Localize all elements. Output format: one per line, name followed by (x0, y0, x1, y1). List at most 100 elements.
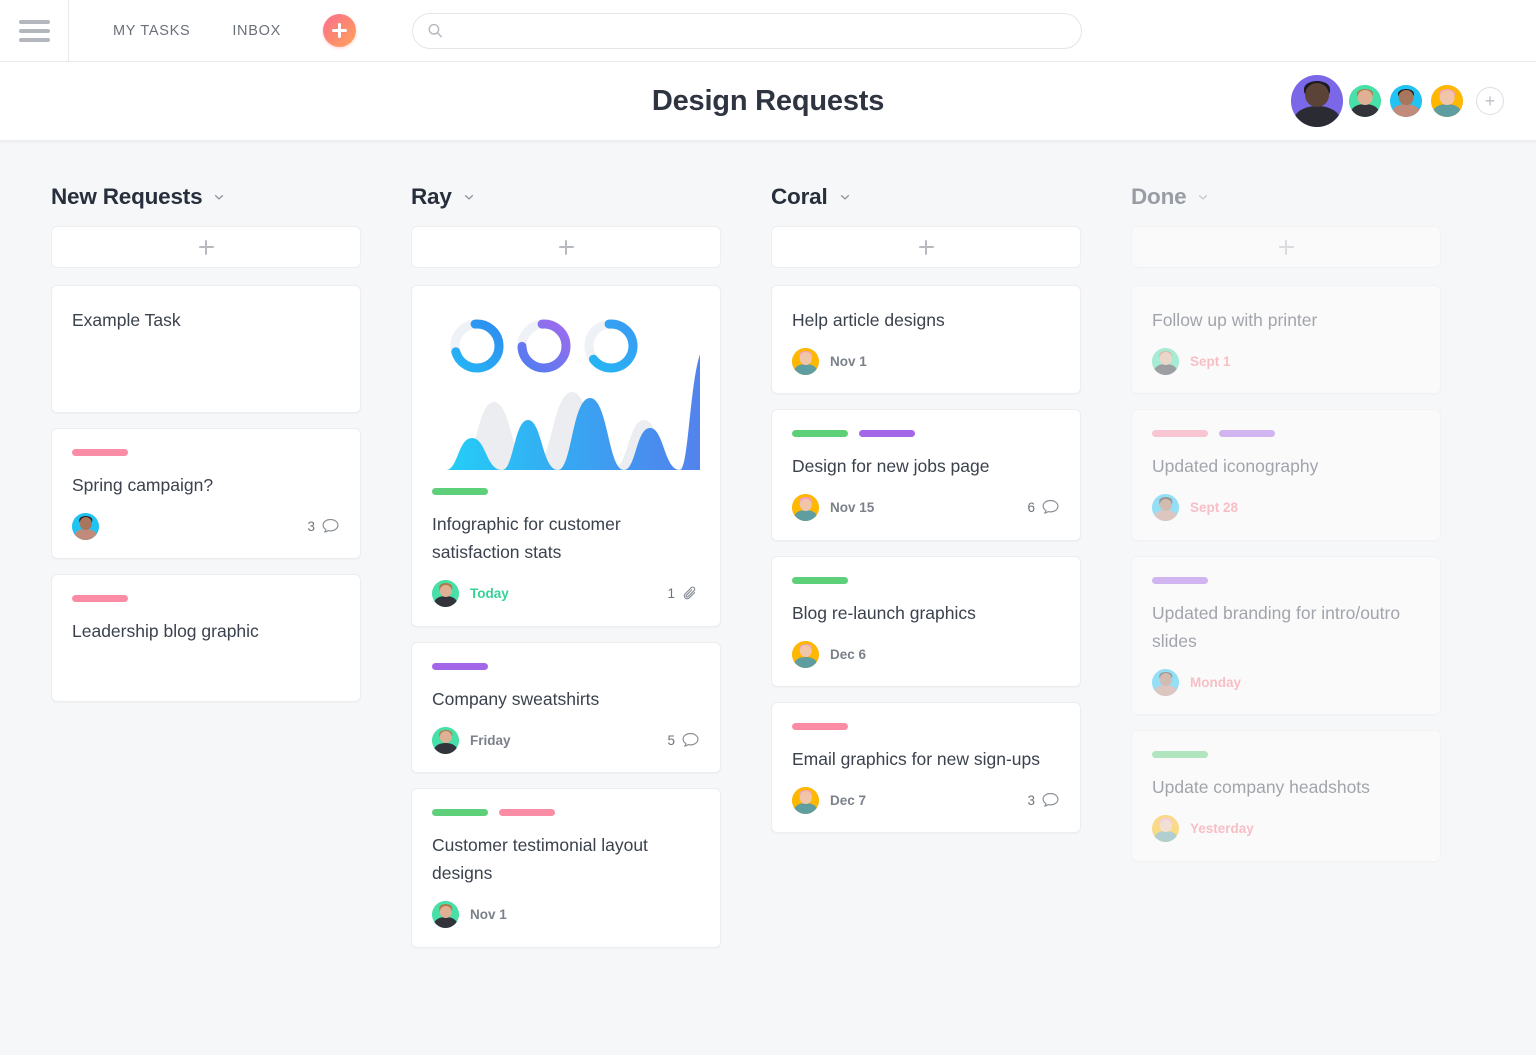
add-card-button[interactable] (771, 226, 1081, 268)
avatar-head (799, 352, 811, 364)
card-tag-list (792, 430, 1060, 437)
task-card[interactable]: Follow up with printerSept 1 (1131, 285, 1441, 394)
search-bar[interactable] (412, 13, 1082, 49)
task-card[interactable]: Help article designsNov 1 (771, 285, 1081, 394)
task-card[interactable]: Spring campaign?3 (51, 428, 361, 559)
avatar-face (432, 901, 459, 928)
add-member-button[interactable]: + (1476, 87, 1504, 115)
kanban-board: New RequestsExample TaskSpring campaign?… (0, 140, 1536, 1055)
card-tag[interactable] (72, 449, 128, 456)
card-tag[interactable] (432, 663, 488, 670)
task-card[interactable]: Example Task (51, 285, 361, 413)
nav-item-inbox[interactable]: INBOX (232, 23, 281, 39)
task-card[interactable]: Update company headshots Yesterday (1131, 730, 1441, 861)
card-attachment-count[interactable]: 1 (667, 584, 700, 603)
card-tag[interactable] (859, 430, 915, 437)
card-assignee-avatar[interactable] (792, 641, 819, 668)
hamburger-bar (19, 38, 50, 42)
card-due-date[interactable]: Dec 7 (830, 793, 866, 808)
card-tag[interactable] (1152, 577, 1208, 584)
avatar-shoulders (1433, 104, 1461, 117)
task-card[interactable]: Updated branding for intro/outro slidesM… (1131, 556, 1441, 716)
chevron-down-icon[interactable] (839, 191, 851, 203)
card-tag[interactable] (432, 809, 488, 816)
card-tag[interactable] (1219, 430, 1275, 437)
task-card[interactable]: Email graphics for new sign-upsDec 73 (771, 702, 1081, 833)
card-assignee-avatar[interactable] (432, 901, 459, 928)
card-title: Update company headshots (1152, 773, 1420, 801)
card-comment-count[interactable]: 3 (1027, 791, 1060, 810)
chevron-down-icon[interactable] (213, 191, 225, 203)
card-due-date[interactable]: Friday (470, 733, 511, 748)
card-comment-count[interactable]: 5 (667, 731, 700, 750)
avatar-head (799, 499, 811, 511)
card-title: Example Task (72, 306, 340, 334)
chevron-down-icon[interactable] (1197, 191, 1209, 203)
add-card-button[interactable] (51, 226, 361, 268)
card-assignee-avatar[interactable] (72, 513, 99, 540)
card-due-date[interactable]: Nov 15 (830, 500, 874, 515)
card-comment-count[interactable]: 6 (1027, 498, 1060, 517)
board-column-new-requests: New RequestsExample TaskSpring campaign?… (51, 184, 411, 1055)
card-tag[interactable] (432, 488, 488, 495)
task-card[interactable]: Leadership blog graphic (51, 574, 361, 702)
card-assignee-avatar[interactable] (432, 580, 459, 607)
avatar-face (1152, 494, 1179, 521)
card-meta: Sept 1 (1152, 347, 1420, 375)
card-tag[interactable] (1152, 430, 1208, 437)
member-avatar-list: + (1291, 75, 1504, 127)
task-card[interactable]: Company sweatshirtsFriday5 (411, 642, 721, 773)
search-input[interactable] (453, 23, 1067, 39)
card-tag[interactable] (1152, 751, 1208, 758)
card-due-date[interactable]: Nov 1 (470, 907, 507, 922)
card-tag[interactable] (499, 809, 555, 816)
avatar-shoulders (74, 529, 98, 540)
card-title: Updated iconography (1152, 452, 1420, 480)
card-assignee-avatar[interactable] (1152, 815, 1179, 842)
task-card[interactable]: Updated iconography Sept 28 (1131, 409, 1441, 540)
card-tag[interactable] (792, 577, 848, 584)
card-due-date[interactable]: Sept 28 (1190, 500, 1238, 515)
card-assignee-avatar[interactable] (1152, 669, 1179, 696)
card-due-date[interactable]: Today (470, 586, 509, 601)
avatar[interactable] (1390, 85, 1422, 117)
board-column-done: DoneFollow up with printerSept 1Updated … (1131, 184, 1491, 1055)
avatar-face (1152, 669, 1179, 696)
card-meta-left: Yesterday (1152, 815, 1254, 842)
nav-item-my-tasks[interactable]: MY TASKS (113, 23, 190, 39)
card-tag[interactable] (792, 430, 848, 437)
card-assignee-avatar[interactable] (792, 348, 819, 375)
card-due-date[interactable]: Sept 1 (1190, 354, 1231, 369)
card-due-date[interactable]: Yesterday (1190, 821, 1254, 836)
task-card[interactable]: Infographic for customer satisfaction st… (411, 285, 721, 627)
avatar-shoulders (434, 596, 458, 607)
avatar-shoulders (1351, 104, 1379, 117)
avatar-face (1431, 85, 1463, 117)
card-due-date[interactable]: Monday (1190, 675, 1241, 690)
task-card[interactable]: Blog re-launch graphicsDec 6 (771, 556, 1081, 687)
card-meta-left (72, 513, 99, 540)
card-assignee-avatar[interactable] (792, 787, 819, 814)
card-tag[interactable] (792, 723, 848, 730)
avatar[interactable] (1431, 85, 1463, 117)
card-assignee-avatar[interactable] (1152, 348, 1179, 375)
card-due-date[interactable]: Nov 1 (830, 354, 867, 369)
card-assignee-avatar[interactable] (792, 494, 819, 521)
card-comment-count[interactable]: 3 (307, 517, 340, 536)
card-assignee-avatar[interactable] (432, 727, 459, 754)
avatar[interactable] (1291, 75, 1343, 127)
add-card-button[interactable] (1131, 226, 1441, 268)
plus-icon (1279, 240, 1294, 255)
comment-count-value: 5 (667, 733, 675, 748)
task-card[interactable]: Customer testimonial layout designsNov 1 (411, 788, 721, 948)
avatar[interactable] (1349, 85, 1381, 117)
task-card[interactable]: Design for new jobs pageNov 156 (771, 409, 1081, 540)
quick-add-plus-icon[interactable] (323, 14, 356, 47)
add-card-button[interactable] (411, 226, 721, 268)
card-due-date[interactable]: Dec 6 (830, 647, 866, 662)
column-header: Ray (411, 184, 721, 210)
chevron-down-icon[interactable] (463, 191, 475, 203)
card-tag[interactable] (72, 595, 128, 602)
hamburger-menu-icon[interactable] (0, 0, 69, 62)
card-assignee-avatar[interactable] (1152, 494, 1179, 521)
